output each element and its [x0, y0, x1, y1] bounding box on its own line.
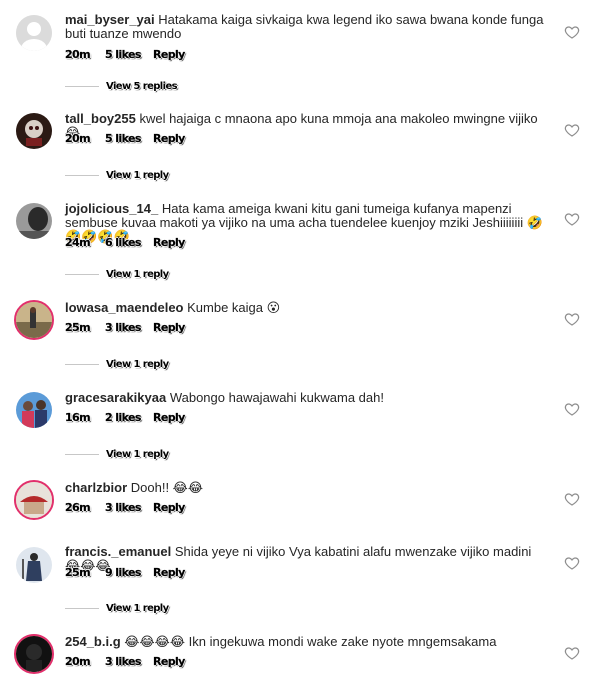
comment-text: 254_b.i.g 😂😂😂😂 Ikn ingekuwa mondi wake z…	[65, 635, 545, 649]
likes-count[interactable]: 3 likes	[105, 320, 153, 333]
heart-icon[interactable]	[564, 24, 580, 40]
timestamp: 24m	[65, 235, 91, 249]
view-replies[interactable]: View 1 reply	[65, 168, 169, 182]
username[interactable]: jojolicious_14_	[65, 201, 158, 216]
comment-text: lowasa_maendeleo Kumbe kaiga 😮	[65, 301, 545, 315]
username[interactable]: tall_boy255	[65, 111, 136, 126]
timestamp: 20m	[65, 654, 91, 668]
skull-avatar-icon	[16, 113, 52, 149]
username[interactable]: mai_byser_yai	[65, 12, 155, 27]
comment-body: Kumbe kaiga 😮	[187, 300, 281, 315]
view-replies[interactable]: View 1 reply	[65, 601, 169, 615]
likes-count[interactable]: 2 likes	[105, 410, 153, 423]
comment-meta: 16m 2 likes Reply	[65, 410, 193, 424]
comment-meta: 25m 9 likes Reply	[65, 565, 193, 579]
heart-icon[interactable]	[564, 491, 580, 507]
divider	[65, 607, 99, 609]
group-avatar-icon	[16, 392, 52, 428]
reply-button[interactable]: Reply	[153, 500, 193, 513]
comment-body: Wabongo hawajawahi kukwama dah!	[169, 390, 384, 405]
username[interactable]: charlzbior	[65, 480, 127, 495]
view-replies-label[interactable]: View 1 reply	[106, 449, 169, 460]
comment-text: gracesarakikyaa Wabongo hawajawahi kukwa…	[65, 391, 545, 405]
divider	[65, 273, 99, 275]
view-replies-label[interactable]: View 1 reply	[106, 170, 169, 181]
avatar[interactable]	[14, 300, 54, 340]
comment-body: Dooh!! 😂😂	[130, 480, 204, 495]
timestamp: 20m	[65, 131, 91, 145]
divider	[65, 174, 99, 176]
timestamp: 16m	[65, 410, 91, 424]
view-replies[interactable]: View 1 reply	[65, 447, 169, 461]
timestamp: 25m	[65, 320, 91, 334]
heart-icon[interactable]	[564, 311, 580, 327]
figure-avatar-icon	[16, 547, 52, 583]
likes-count[interactable]: 9 likes	[105, 565, 153, 578]
comment-meta: 24m 6 likes Reply	[65, 235, 193, 249]
view-replies-label[interactable]: View 1 reply	[106, 269, 169, 280]
view-replies-label[interactable]: View 1 reply	[106, 603, 169, 614]
comment-body: 😂😂😂😂 Ikn ingekuwa mondi wake zake nyote …	[124, 634, 497, 649]
heart-icon[interactable]	[564, 211, 580, 227]
comment-meta: 20m 3 likes Reply	[65, 654, 193, 668]
username[interactable]: lowasa_maendeleo	[65, 300, 184, 315]
comment-meta: 20m 5 likes Reply	[65, 131, 193, 145]
view-replies[interactable]: View 1 reply	[65, 267, 169, 281]
timestamp: 26m	[65, 500, 91, 514]
dark-avatar-icon	[16, 636, 52, 672]
comment-text: charlzbior Dooh!! 😂😂	[65, 481, 545, 495]
avatar[interactable]	[16, 547, 52, 583]
heart-icon[interactable]	[564, 401, 580, 417]
reply-button[interactable]: Reply	[153, 320, 193, 333]
heart-icon[interactable]	[564, 122, 580, 138]
default-avatar-icon	[16, 15, 52, 51]
view-replies[interactable]: View 1 reply	[65, 357, 169, 371]
comment-text: mai_byser_yai Hatakama kaiga sivkaiga kw…	[65, 13, 545, 41]
username[interactable]: gracesarakikyaa	[65, 390, 166, 405]
street-avatar-icon	[16, 302, 52, 338]
reply-button[interactable]: Reply	[153, 47, 193, 60]
reply-button[interactable]: Reply	[153, 410, 193, 423]
divider	[65, 363, 99, 365]
hat-avatar-icon	[16, 482, 52, 518]
view-replies[interactable]: View 5 replies	[65, 79, 178, 93]
portrait-avatar-icon	[16, 203, 52, 239]
avatar[interactable]	[16, 113, 52, 149]
username[interactable]: francis._emanuel	[65, 544, 171, 559]
reply-button[interactable]: Reply	[153, 235, 193, 248]
reply-button[interactable]: Reply	[153, 131, 193, 144]
avatar[interactable]	[16, 203, 52, 239]
likes-count[interactable]: 5 likes	[105, 47, 153, 60]
reply-button[interactable]: Reply	[153, 565, 193, 578]
view-replies-label[interactable]: View 5 replies	[106, 81, 178, 92]
timestamp: 20m	[65, 47, 91, 61]
reply-button[interactable]: Reply	[153, 654, 193, 667]
divider	[65, 453, 99, 455]
avatar[interactable]	[16, 15, 52, 51]
avatar[interactable]	[16, 392, 52, 428]
likes-count[interactable]: 3 likes	[105, 500, 153, 513]
view-replies-label[interactable]: View 1 reply	[106, 359, 169, 370]
likes-count[interactable]: 3 likes	[105, 654, 153, 667]
username[interactable]: 254_b.i.g	[65, 634, 121, 649]
heart-icon[interactable]	[564, 645, 580, 661]
comment-meta: 26m 3 likes Reply	[65, 500, 193, 514]
comment-meta: 25m 3 likes Reply	[65, 320, 193, 334]
likes-count[interactable]: 5 likes	[105, 131, 153, 144]
heart-icon[interactable]	[564, 555, 580, 571]
divider	[65, 85, 99, 87]
comment-meta: 20m 5 likes Reply	[65, 47, 193, 61]
avatar[interactable]	[14, 480, 54, 520]
avatar[interactable]	[14, 634, 54, 674]
likes-count[interactable]: 6 likes	[105, 235, 153, 248]
timestamp: 25m	[65, 565, 91, 579]
